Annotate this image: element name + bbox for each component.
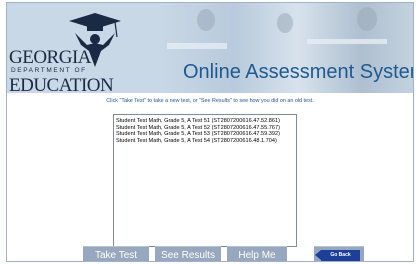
logo-line-department: DEPARTMENT OF xyxy=(11,67,87,74)
list-item[interactable]: Student Test Math, Grade 5, A Test 51 (S… xyxy=(116,118,296,125)
go-back-label: Go Back xyxy=(321,250,360,261)
take-test-button[interactable]: Take Test xyxy=(83,246,149,261)
logo-line-education: EDUCATION xyxy=(9,75,114,93)
help-me-button[interactable]: Help Me xyxy=(227,246,287,261)
app-frame: GEORGIA DEPARTMENT OF EDUCATION Online A… xyxy=(6,2,414,262)
list-item[interactable]: Student Test Math, Grade 5, A Test 52 (S… xyxy=(116,125,296,132)
logo-line-georgia: GEORGIA xyxy=(9,47,92,68)
list-item[interactable]: Student Test Math, Grade 5, A Test 53 (S… xyxy=(116,131,296,138)
header-banner: GEORGIA DEPARTMENT OF EDUCATION Online A… xyxy=(7,3,413,93)
georgia-doe-logo: GEORGIA DEPARTMENT OF EDUCATION xyxy=(9,11,157,93)
list-item[interactable]: Student Test Math, Grade 5, A Test 54 (S… xyxy=(116,138,296,145)
back-arrow-icon xyxy=(315,250,321,260)
instructions-text: Click "Take Test" to take a new test, or… xyxy=(106,98,314,104)
go-back-button[interactable]: Go Back xyxy=(314,246,364,261)
test-listbox[interactable]: Student Test Math, Grade 5, A Test 51 (S… xyxy=(113,114,297,247)
page-title: Online Assessment System xyxy=(183,61,413,83)
see-results-button[interactable]: See Results xyxy=(155,246,221,261)
